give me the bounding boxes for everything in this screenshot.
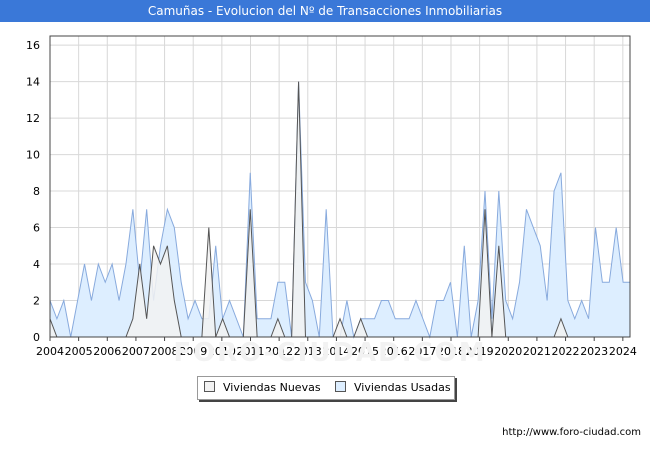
legend-swatch-usadas [335, 381, 346, 392]
chart-title: Camuñas - Evolucion del Nº de Transaccio… [0, 0, 650, 22]
legend-label-nuevas: Viviendas Nuevas [223, 381, 321, 394]
y-tick-label: 0 [33, 331, 40, 344]
footer-url: http://www.foro-ciudad.com [502, 427, 641, 438]
legend-label-usadas: Viviendas Usadas [354, 381, 451, 394]
x-tick-label: 2005 [65, 345, 93, 358]
y-tick-label: 12 [26, 112, 40, 125]
y-tick-label: 16 [26, 39, 40, 52]
y-tick-label: 6 [33, 222, 40, 235]
y-axis: 0 2 4 6 8 10 12 14 16 [26, 39, 40, 344]
x-tick-label: 2022 [552, 345, 580, 358]
legend-swatch-nuevas [204, 381, 215, 392]
x-tick-label: 2024 [609, 345, 637, 358]
x-tick-label: 2006 [93, 345, 121, 358]
y-tick-label: 14 [26, 76, 40, 89]
watermark: FORO-CIUDAD.COM [173, 338, 487, 368]
legend-item-nuevas: Viviendas Nuevas [204, 381, 321, 395]
chart-area: 0246810121416 2004 2005 2006 2007 2008 2009 20… [26, 35, 637, 358]
x-tick-label: 2004 [36, 345, 64, 358]
y-tick-label: 4 [33, 258, 40, 271]
legend-item-usadas: Viviendas Usadas [335, 381, 451, 395]
legend: Viviendas Nuevas Viviendas Usadas [197, 376, 455, 400]
y-tick-label: 2 [33, 295, 40, 308]
y-tick-label: 8 [33, 185, 40, 198]
y-tick-label: 10 [26, 149, 40, 162]
x-tick-label: 2023 [580, 345, 608, 358]
